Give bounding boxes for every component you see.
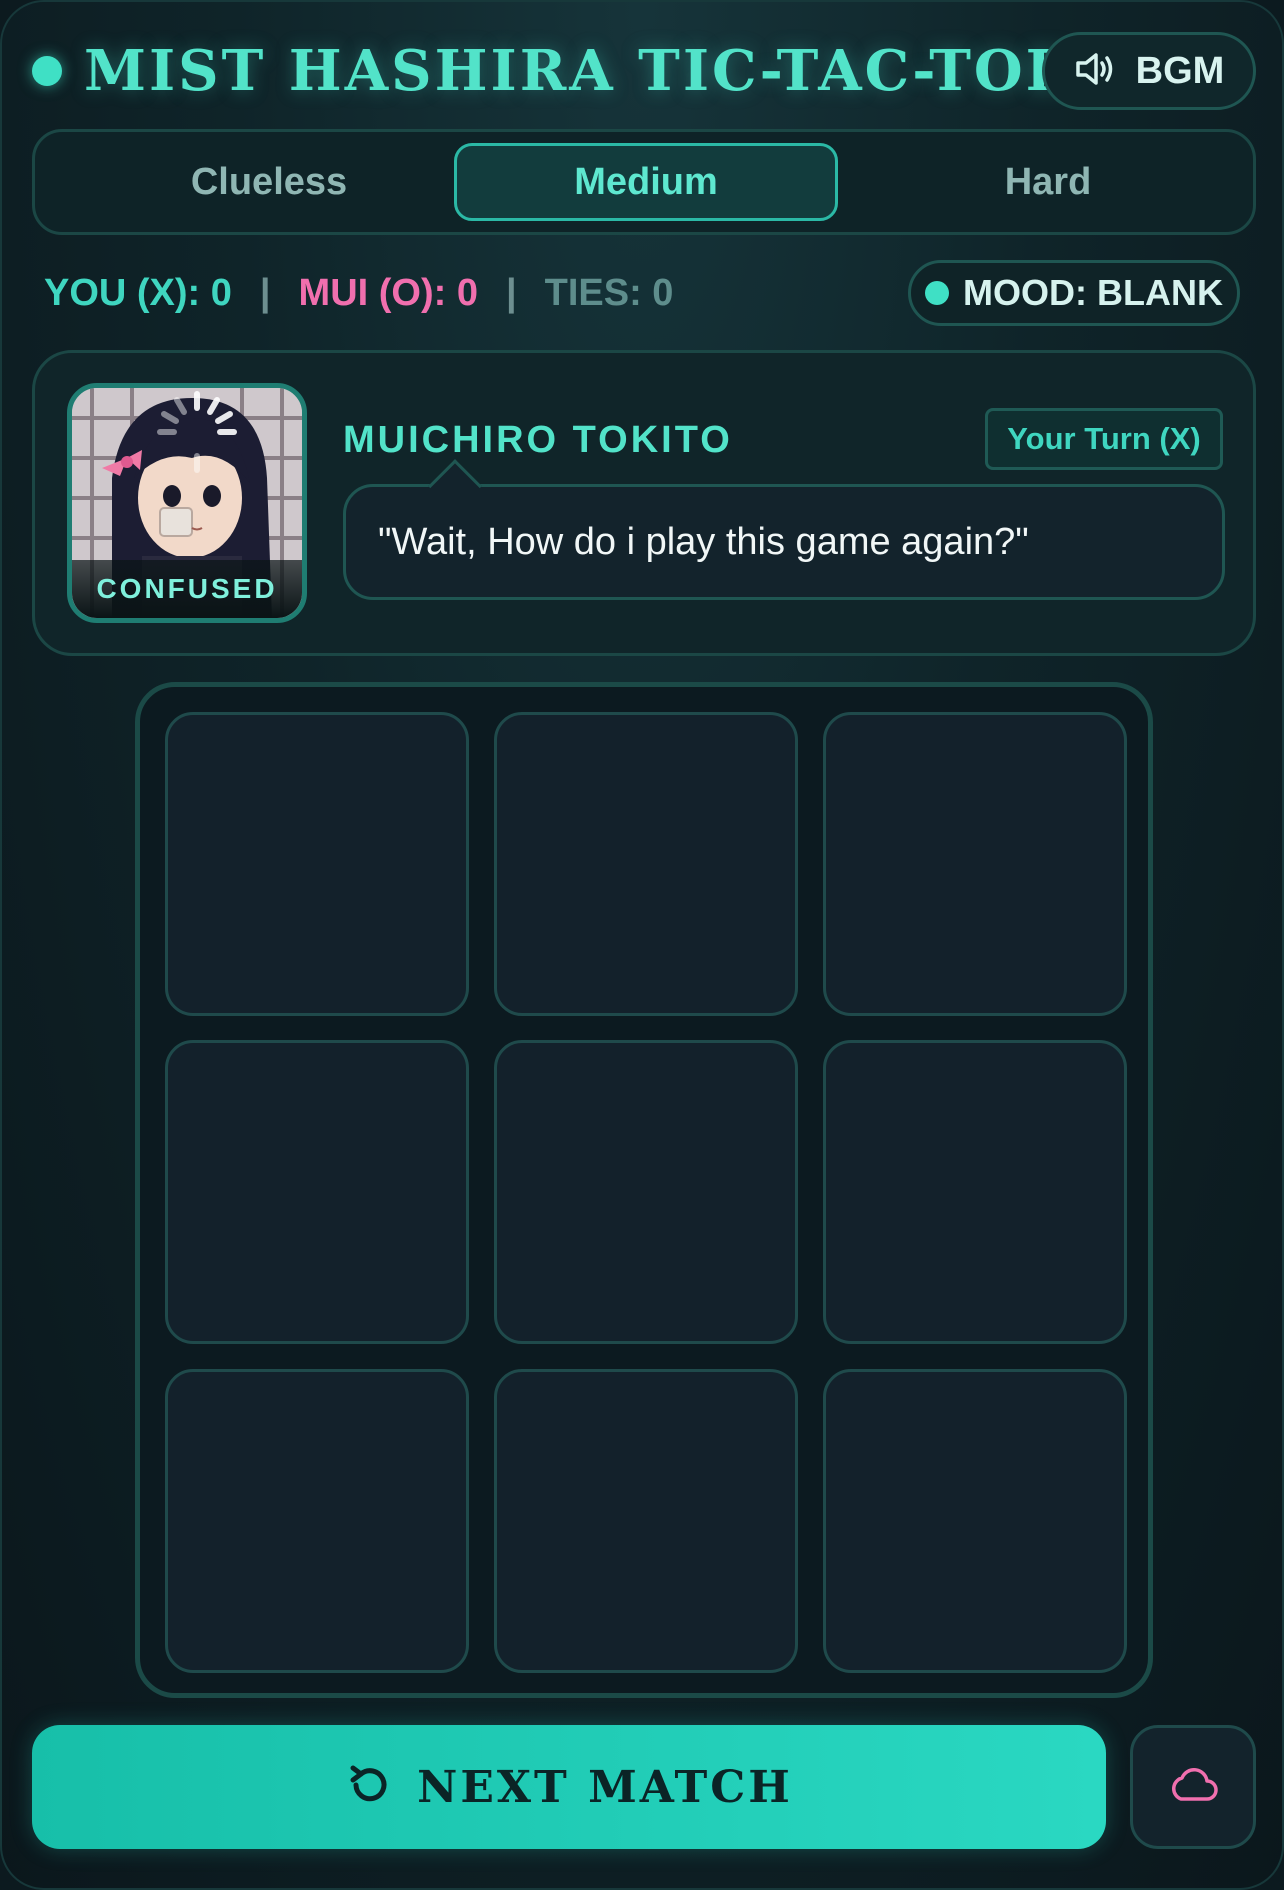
score-mui: MUI (O): 0: [298, 271, 478, 314]
score-ties: TIES: 0: [544, 271, 674, 314]
cloud-button[interactable]: [1130, 1725, 1256, 1849]
scoreboard: YOU (X): 0 | MUI (O): 0 | TIES: 0: [44, 268, 673, 318]
game-board: [135, 682, 1153, 1698]
score-separator: |: [505, 271, 517, 314]
next-match-button[interactable]: Next Match: [32, 1725, 1106, 1849]
board-cell-9[interactable]: [823, 1369, 1127, 1673]
board-cell-3[interactable]: [823, 712, 1127, 1016]
difficulty-medium-tab[interactable]: Medium: [454, 143, 838, 221]
turn-indicator: Your Turn (X): [985, 408, 1223, 470]
bgm-label: BGM: [1135, 49, 1225, 92]
expression-label: CONFUSED: [72, 560, 302, 618]
status-dot: [32, 56, 62, 86]
speaker-icon: [1074, 49, 1118, 93]
app-window: Mist Hashira Tic-Tac-Toe BGM Clueless Me…: [0, 0, 1284, 1890]
speech-bubble-tail: [428, 459, 482, 513]
difficulty-clueless-tab[interactable]: Clueless: [77, 143, 461, 221]
next-match-label: Next Match: [417, 1761, 793, 1813]
character-name: MUICHIRO TOKITO: [343, 419, 733, 461]
character-card: CONFUSED MUICHIRO TOKITO Your Turn (X) "…: [32, 350, 1256, 656]
page-title: Mist Hashira Tic-Tac-Toe: [84, 38, 1072, 104]
score-you: YOU (X): 0: [44, 271, 232, 314]
board-cell-8[interactable]: [494, 1369, 798, 1673]
board-cell-7[interactable]: [165, 1369, 469, 1673]
header: Mist Hashira Tic-Tac-Toe BGM: [32, 32, 1256, 110]
board-cell-6[interactable]: [823, 1040, 1127, 1344]
score-separator: |: [259, 271, 271, 314]
cloud-icon: [1167, 1765, 1219, 1809]
mood-label: MOOD: BLANK: [963, 272, 1223, 313]
difficulty-selector: Clueless Medium Hard: [32, 129, 1256, 235]
mood-badge: MOOD: BLANK: [908, 260, 1240, 326]
restart-icon: [345, 1760, 395, 1814]
board-cell-5[interactable]: [494, 1040, 798, 1344]
character-avatar: CONFUSED: [67, 383, 307, 623]
speech-text: "Wait, How do i play this game again?": [378, 520, 1029, 563]
board-cell-4[interactable]: [165, 1040, 469, 1344]
mood-dot: [925, 281, 950, 305]
board-cell-1[interactable]: [165, 712, 469, 1016]
difficulty-hard-tab[interactable]: Hard: [856, 143, 1240, 221]
speech-bubble: "Wait, How do i play this game again?": [343, 459, 1225, 600]
bgm-button[interactable]: BGM: [1042, 32, 1256, 110]
board-cell-2[interactable]: [494, 712, 798, 1016]
